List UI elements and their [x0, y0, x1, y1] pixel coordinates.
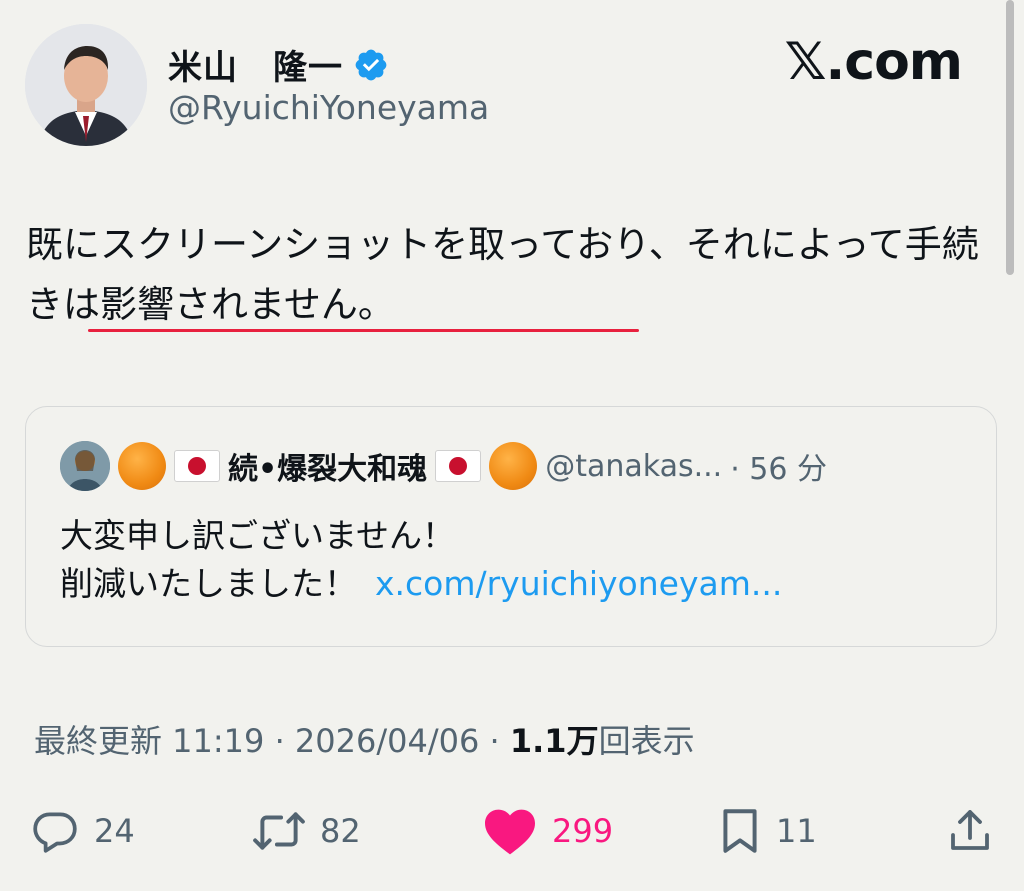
tweet-meta: 最終更新 11:19 · 2026/04/06 · 1.1万回表示: [34, 716, 695, 762]
timestamp[interactable]: 最終更新 11:19 · 2026/04/06 ·: [34, 722, 500, 760]
author-handle[interactable]: @RyuichiYoneyama: [168, 88, 489, 127]
author-avatar[interactable]: [25, 24, 147, 146]
verified-badge-icon: [355, 49, 387, 80]
bookmark-count: 11: [776, 812, 817, 850]
quoted-author-handle[interactable]: @tanakas...: [545, 449, 722, 484]
share-button[interactable]: [946, 806, 994, 856]
quoted-tweet-time: · 56 分: [730, 452, 827, 487]
tweet-text: 既にスクリーンショットを取っており、それによって手続きは影響されません。: [26, 223, 979, 326]
quoted-line-2-text: 削減いたしました！: [60, 564, 357, 603]
orange-circle-emoji-icon: [118, 442, 166, 490]
view-label: 回表示: [598, 722, 695, 760]
bookmark-button[interactable]: 11: [718, 806, 817, 856]
like-count: 299: [552, 812, 614, 850]
author-name[interactable]: 米山 隆一: [168, 40, 343, 89]
like-button[interactable]: 299: [482, 806, 613, 856]
bookmark-icon: [723, 809, 757, 853]
share-icon: [951, 810, 989, 850]
quoted-author-avatar[interactable]: [60, 441, 110, 491]
quoted-tweet-header: 続•爆裂大和魂 @tanakas... · 56 分: [60, 440, 827, 492]
x-com-logo: 𝕏.com: [784, 32, 963, 92]
orange-circle-emoji-icon: [489, 442, 538, 490]
reply-count: 24: [94, 812, 135, 850]
reply-button[interactable]: 24: [30, 806, 135, 856]
quoted-tweet-text: 大変申し訳ございません！ 削減いたしました！ x.com/ryuichiyoney…: [60, 512, 960, 608]
retweet-button[interactable]: 82: [252, 806, 361, 856]
quoted-line-1: 大変申し訳ございません！: [60, 516, 456, 555]
quoted-line-2: 削減いたしました！ x.com/ryuichiyoneyam...: [60, 560, 960, 608]
japan-flag-icon: [174, 450, 220, 482]
retweet-icon: [253, 812, 305, 850]
quoted-author-name[interactable]: 続•爆裂大和魂: [228, 444, 427, 488]
retweet-count: 82: [320, 812, 361, 850]
view-count: 1.1万: [509, 722, 599, 760]
quoted-link[interactable]: x.com/ryuichiyoneyam...: [375, 564, 782, 603]
scrollbar[interactable]: [1006, 0, 1014, 275]
red-underline-annotation: [88, 329, 639, 332]
japan-flag-icon: [435, 450, 482, 482]
reply-icon: [33, 812, 77, 853]
heart-icon: [485, 809, 535, 855]
